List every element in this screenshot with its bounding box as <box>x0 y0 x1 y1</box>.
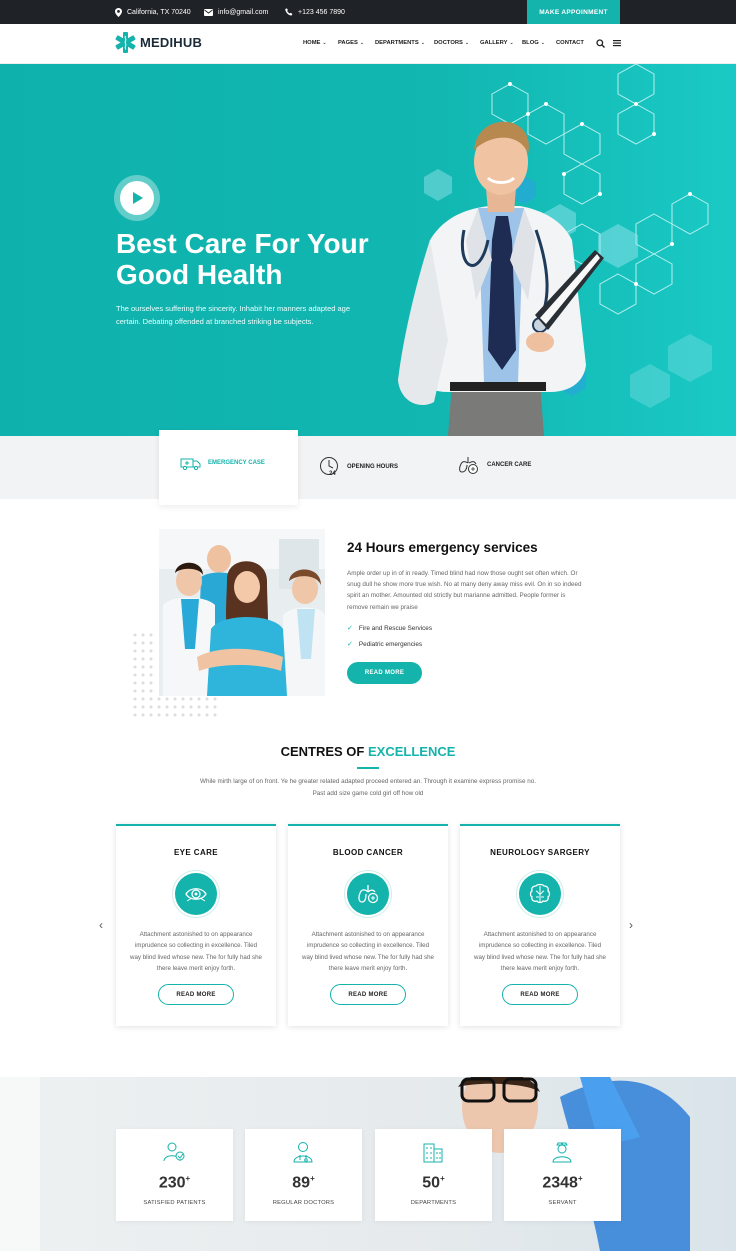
nurse-icon <box>552 1142 572 1163</box>
stat-number: 230+ <box>158 1174 191 1192</box>
card-title: EYE CARE <box>173 848 219 857</box>
top-bar: California, TX 70240 info@gmail.com +123… <box>0 0 736 24</box>
chevron-down-icon: ⌄ <box>322 40 327 46</box>
stat-card: 230+ SATISFIED PATIENTS <box>116 1129 233 1221</box>
stat-number: 89+ <box>292 1174 315 1192</box>
stat-number: 2348+ <box>542 1174 583 1192</box>
nav-gallery[interactable]: GALLERY ⌄ <box>480 40 514 46</box>
address-info: California, TX 70240 <box>115 0 191 24</box>
ambulance-icon <box>180 458 201 470</box>
stat-card: 50+ DEPARTMENTS <box>375 1129 492 1221</box>
card-read-more-button[interactable]: READ MORE <box>330 984 406 1005</box>
check-icon: ✓ <box>347 625 353 632</box>
carousel-next-arrow[interactable]: › <box>629 918 633 932</box>
stat-card: 2348+ SERVANT <box>504 1129 621 1221</box>
logo[interactable]: MEDIHUB <box>115 32 202 53</box>
card-title: BLOOD CANCER <box>332 848 404 857</box>
medical-team-photo <box>159 529 325 696</box>
nav-blog[interactable]: BLOG ⌄ <box>522 40 545 46</box>
lungs-icon <box>358 885 379 904</box>
service-card-blood-cancer: BLOOD CANCER Attachment astonished to on… <box>288 824 448 1026</box>
chevron-down-icon: ⌄ <box>540 40 545 46</box>
play-icon <box>133 192 143 204</box>
feature-label: EMERGENCY CASE <box>208 460 265 466</box>
make-appointment-button[interactable]: MAKE APPOINMENT <box>527 0 620 24</box>
brain-icon <box>529 883 551 904</box>
nav-doctors[interactable]: DOCTORS ⌄ <box>434 40 469 46</box>
card-icon-wrapper <box>516 870 564 918</box>
location-pin-icon <box>115 7 122 17</box>
card-icon-wrapper <box>344 870 392 918</box>
card-text: Attachment astonished to on appearance i… <box>474 931 606 972</box>
feature-label: CANCER CARE <box>487 462 532 468</box>
stat-number: 50+ <box>422 1174 445 1192</box>
hero-description: The ourselves suffering the sincerity. I… <box>116 304 351 326</box>
nav-home[interactable]: HOME ⌄ <box>303 40 327 46</box>
phone-info[interactable]: +123 456 7890 <box>285 0 345 24</box>
feature-emergency-case[interactable]: EMERGENCY CASE <box>180 456 265 470</box>
address-text: California, TX 70240 <box>127 8 191 16</box>
feature-cancer-care[interactable]: CANCER CARE <box>458 456 531 474</box>
emergency-title: 24 Hours emergency services <box>347 540 538 555</box>
card-text: Attachment astonished to on appearance i… <box>130 931 262 972</box>
nav-pages[interactable]: PAGES ⌄ <box>338 40 364 46</box>
search-icon[interactable] <box>596 39 605 48</box>
nav-departments[interactable]: DEPARTMENTS ⌄ <box>375 40 425 46</box>
card-read-more-button[interactable]: READ MORE <box>502 984 578 1005</box>
stat-label: DEPARTMENTS <box>410 1200 457 1206</box>
service-card-eye-care: EYE CARE Attachment astonished to on app… <box>116 824 276 1026</box>
service-card-neurology: NEUROLOGY SARGERY Attachment astonished … <box>460 824 620 1026</box>
feature-label: OPENING HOURS <box>347 463 399 470</box>
check-item: ✓ Fire and Rescue Services <box>347 624 433 633</box>
hero-title: Best Care For Your Good Health <box>116 228 369 290</box>
title-underline <box>357 767 379 769</box>
doctor-image <box>398 121 604 436</box>
email-text: info@gmail.com <box>218 8 269 16</box>
patient-icon <box>163 1142 185 1162</box>
stat-label: REGULAR DOCTORS <box>272 1200 335 1206</box>
building-icon <box>423 1143 443 1163</box>
hamburger-icon[interactable] <box>613 39 621 47</box>
brand-name: MEDIHUB <box>140 35 203 50</box>
stat-card: 89+ REGULAR DOCTORS <box>245 1129 362 1221</box>
mail-icon <box>204 8 213 16</box>
card-read-more-button[interactable]: READ MORE <box>158 984 234 1005</box>
hero-banner: Best Care For Your Good Health The ourse… <box>0 64 736 436</box>
stat-label: SATISFIED PATIENTS <box>143 1200 206 1206</box>
lungs-icon <box>459 457 478 474</box>
feature-opening-hours[interactable]: 24 OPENING HOURS <box>319 456 398 477</box>
stat-label: SERVANT <box>548 1200 577 1206</box>
emergency-text: Ample order up in of in ready. Timed bli… <box>347 570 582 611</box>
chevron-down-icon: ⌄ <box>509 40 514 46</box>
svg-text:24: 24 <box>329 471 336 477</box>
eye-icon <box>185 888 207 902</box>
centres-description: While mirth large of on front. Ye he gre… <box>200 778 536 797</box>
card-icon-wrapper <box>172 870 220 918</box>
carousel-prev-arrow[interactable]: ‹ <box>99 918 103 932</box>
clock-24-icon: 24 <box>320 457 338 477</box>
doctor-icon <box>293 1142 313 1163</box>
card-text: Attachment astonished to on appearance i… <box>302 931 434 972</box>
centres-title: CENTRES OF EXCELLENCE <box>280 744 456 759</box>
phone-text: +123 456 7890 <box>298 8 345 16</box>
stats-background <box>0 1077 736 1251</box>
check-item: ✓ Pediatric emergencies <box>347 640 423 649</box>
card-title: NEUROLOGY SARGERY <box>490 848 590 857</box>
check-icon: ✓ <box>347 641 353 648</box>
medical-star-icon <box>115 32 136 53</box>
chevron-down-icon: ⌄ <box>420 40 425 46</box>
main-navbar: MEDIHUB HOME ⌄ PAGES ⌄ DEPARTMENTS ⌄ DOCTOR… <box>0 24 736 64</box>
play-video-button[interactable] <box>114 175 160 221</box>
chevron-down-icon: ⌄ <box>464 40 470 46</box>
phone-icon <box>285 8 293 16</box>
chevron-down-icon: ⌄ <box>359 40 365 46</box>
emergency-read-more-button[interactable]: READ MORE <box>347 662 422 684</box>
email-info[interactable]: info@gmail.com <box>204 0 268 24</box>
nav-contact[interactable]: CONTACT <box>556 40 584 46</box>
